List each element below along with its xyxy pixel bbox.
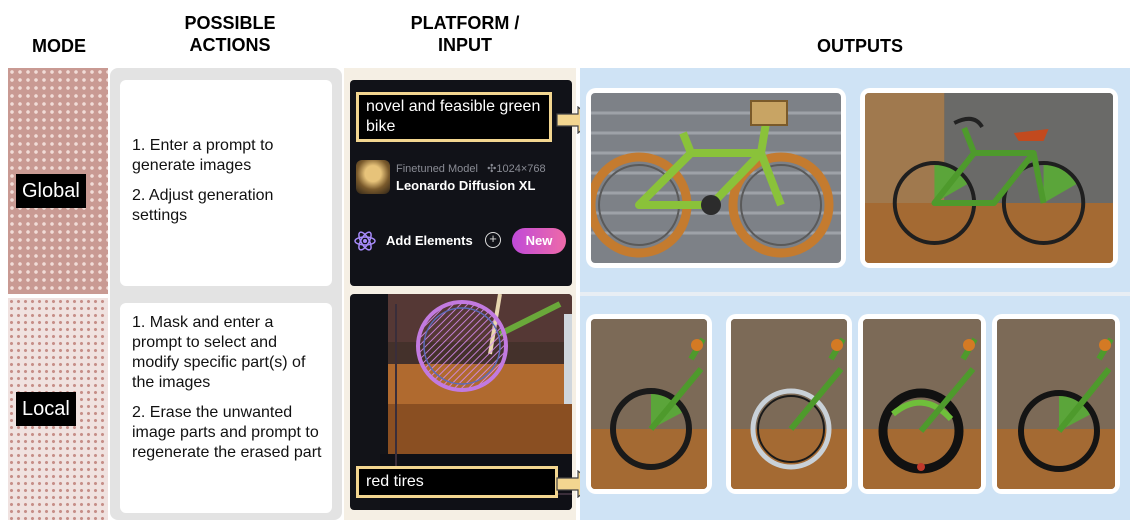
local-actions-card: 1. Mask and enter a prompt to select and…	[120, 303, 332, 513]
header-outputs: OUTPUTS	[816, 36, 903, 56]
header-platform: PLATFORM / INPUT	[380, 12, 550, 56]
header-actions: POSSIBLE ACTIONS	[150, 12, 310, 56]
model-name: Leonardo Diffusion XL	[396, 178, 536, 193]
resolution-label: ✣1024×768	[487, 163, 546, 175]
global-prompt-box: novel and feasible green bike	[356, 92, 552, 142]
new-badge[interactable]: New	[512, 228, 566, 254]
local-action-2: 2. Erase the unwanted image parts and pr…	[132, 404, 322, 461]
local-action-1: 1. Mask and enter a prompt to select and…	[132, 314, 306, 391]
local-output-image-4	[992, 314, 1120, 494]
mode-local-cell: Local	[8, 298, 108, 520]
add-circle-icon[interactable]: +	[485, 232, 501, 248]
header-platform-line1: PLATFORM /	[410, 13, 520, 33]
model-meta: Finetuned Model ✣1024×768	[396, 163, 546, 175]
mode-global-label: Global	[16, 174, 86, 208]
global-output-image-2	[860, 88, 1118, 268]
header-platform-line2: INPUT	[438, 35, 492, 55]
header-actions-line1: POSSIBLE	[184, 13, 276, 33]
model-thumbnail	[356, 160, 390, 194]
global-action-2: 2. Adjust generation settings	[132, 187, 274, 224]
header-mode: MODE	[32, 36, 86, 56]
mode-local-label: Local	[16, 392, 76, 426]
local-output-image-2	[726, 314, 852, 494]
local-prompt-box: red tires	[356, 466, 558, 498]
header-actions-line2: ACTIONS	[189, 35, 271, 55]
local-output-image-1	[586, 314, 712, 494]
global-actions-card: 1. Enter a prompt to generate images 2. …	[120, 80, 332, 286]
local-output-image-3	[858, 314, 986, 494]
outputs-row-divider	[580, 292, 1130, 296]
add-elements-button[interactable]: Add Elements	[386, 233, 473, 248]
atom-icon	[354, 230, 376, 252]
mode-global-cell: Global	[8, 68, 108, 294]
global-action-1: 1. Enter a prompt to generate images	[132, 137, 274, 174]
global-output-image-1	[586, 88, 846, 268]
